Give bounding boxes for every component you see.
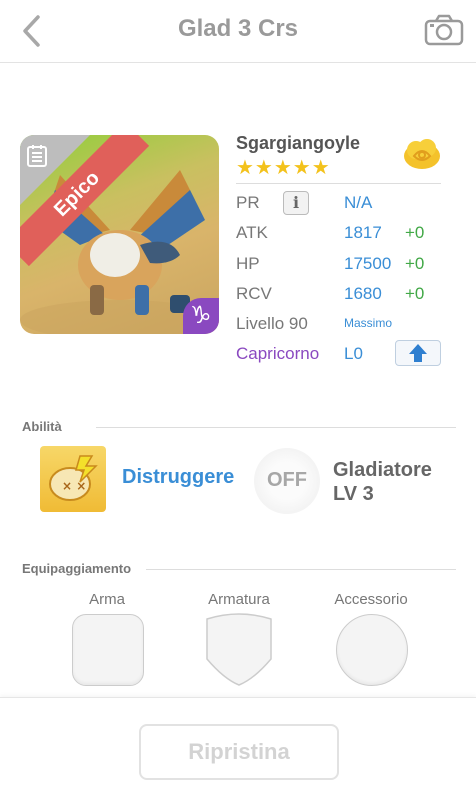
zodiac-upgrade-button[interactable] — [395, 340, 441, 366]
shield-slot-icon — [206, 613, 272, 686]
weapon-slot[interactable] — [72, 614, 144, 686]
hp-label: HP — [236, 254, 260, 273]
info-button[interactable]: i — [283, 191, 309, 215]
pr-label: PR — [236, 193, 260, 212]
armor-label: Armatura — [208, 591, 270, 608]
level-status: Massimo — [344, 316, 393, 330]
hp-value: 17500 — [344, 254, 392, 273]
armor-slot[interactable] — [204, 613, 274, 687]
camera-icon — [424, 14, 464, 46]
equipment-section-title: Equipaggiamento — [22, 561, 132, 576]
abilities-section-title: Abilità — [22, 419, 62, 434]
active-ability-name[interactable]: Distruggere — [122, 466, 234, 489]
cloud-coin-icon[interactable] — [403, 138, 441, 170]
equipment-divider — [146, 569, 456, 570]
arrow-up-icon — [409, 344, 427, 362]
zodiac-level: L0 — [344, 344, 363, 363]
passive-ability-level: LV 3 — [333, 483, 374, 505]
page-title: Glad 3 Crs — [177, 15, 299, 42]
passive-ability-title: Gladiatore — [333, 459, 432, 481]
capricorn-icon: ♑ — [190, 301, 212, 329]
rcv-bonus: +0 — [405, 284, 425, 303]
weapon-label: Arma — [89, 591, 125, 608]
active-ability-icon[interactable]: × × — [40, 446, 106, 512]
rcv-value: 1680 — [344, 284, 382, 303]
passive-ability-name: Gladiatore LV 3 — [333, 458, 432, 506]
camera-button[interactable] — [424, 14, 464, 46]
off-label: OFF — [267, 469, 307, 491]
pr-value: N/A — [344, 193, 373, 212]
svg-text:× ×: × × — [62, 479, 86, 493]
zodiac-label: Capricorno — [236, 344, 320, 363]
top-bar: Glad 3 Crs — [0, 0, 476, 63]
document-icon — [27, 145, 47, 167]
level-label: Livello 90 — [236, 314, 308, 333]
rcv-label: RCV — [236, 284, 272, 303]
accessory-slot[interactable] — [336, 614, 408, 686]
star-rating: ★★★★★ — [236, 157, 331, 179]
atk-label: ATK — [236, 223, 268, 242]
atk-value: 1817 — [344, 223, 382, 242]
abilities-divider — [96, 427, 456, 428]
atk-bonus: +0 — [405, 223, 425, 242]
hp-bonus: +0 — [405, 254, 425, 273]
monster-card[interactable]: Epico ♑ — [20, 135, 219, 334]
accessory-label: Accessorio — [334, 591, 408, 608]
reset-button[interactable]: Ripristina — [139, 724, 339, 780]
monster-name: Sgargiangoyle — [236, 133, 361, 153]
divider — [236, 183, 441, 184]
